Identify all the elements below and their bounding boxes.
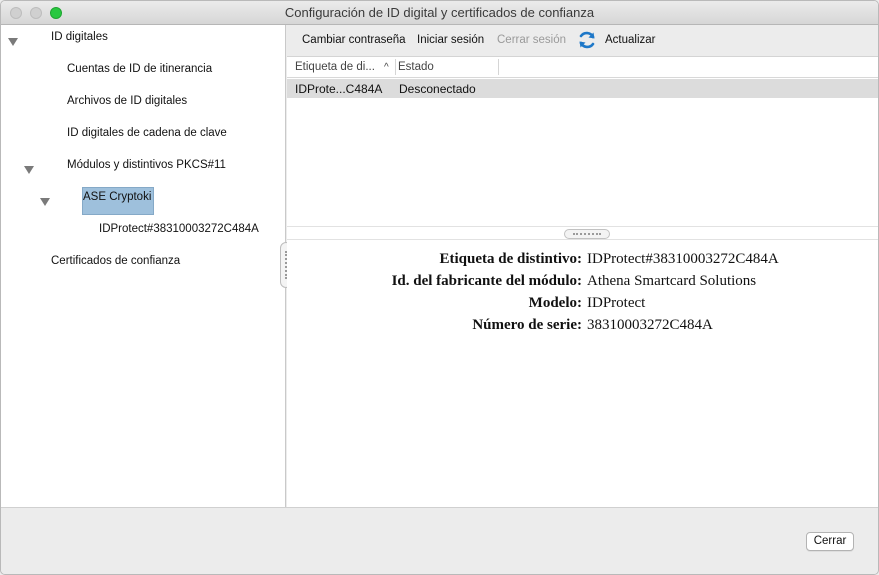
cell-token-label: IDProte...C484A (295, 82, 383, 96)
detail-key: Id. del fabricante del módulo: (391, 273, 582, 289)
column-header-status[interactable]: Estado (398, 61, 434, 73)
main-panel: Cambiar contraseña Iniciar sesión Cerrar… (287, 25, 878, 507)
digital-id-settings-window: Configuración de ID digital y certificad… (0, 0, 879, 575)
column-divider[interactable] (498, 59, 499, 75)
sort-ascending-icon: ^ (384, 62, 389, 73)
table-row[interactable]: IDProte...C484A Desconectado (287, 79, 878, 98)
tree-item-pkcs11-modules[interactable]: Módulos y distintivos PKCS#11 (67, 159, 226, 171)
tree-item-ase-cryptoki[interactable]: ASE Cryptoki (83, 191, 151, 203)
detail-value: IDProtect (587, 295, 646, 311)
toolbar: Cambiar contraseña Iniciar sesión Cerrar… (287, 25, 878, 57)
table-header: Etiqueta de di... ^ Estado (287, 57, 878, 78)
close-button[interactable]: Cerrar (806, 532, 854, 551)
detail-row-model: Modelo: IDProtect (287, 295, 878, 317)
tree-item-idprotect-token[interactable]: IDProtect#38310003272C484A (99, 223, 259, 235)
column-divider[interactable] (395, 59, 396, 75)
detail-value: 38310003272C484A (587, 317, 713, 333)
change-password-button[interactable]: Cambiar contraseña (302, 34, 406, 46)
pane-resize-handle[interactable] (287, 226, 878, 240)
window-title: Configuración de ID digital y certificad… (284, 5, 595, 20)
disclosure-triangle-icon[interactable] (8, 38, 18, 46)
sidebar-tree: ID digitales Cuentas de ID de itineranci… (1, 25, 286, 507)
tree-item-digital-ids[interactable]: ID digitales (51, 31, 108, 43)
column-header-label[interactable]: Etiqueta de di... (295, 61, 375, 73)
detail-row-token-label: Etiqueta de distintivo: IDProtect#383100… (287, 251, 878, 273)
refresh-icon[interactable] (577, 30, 597, 50)
disclosure-triangle-icon[interactable] (24, 166, 34, 174)
detail-key: Número de serie: (472, 317, 582, 333)
detail-key: Etiqueta de distintivo: (439, 251, 582, 267)
cell-status: Desconectado (399, 82, 476, 96)
refresh-button[interactable]: Actualizar (605, 34, 656, 46)
detail-row-serial: Número de serie: 38310003272C484A (287, 317, 878, 339)
tree-item-id-files[interactable]: Archivos de ID digitales (67, 95, 187, 107)
detail-key: Modelo: (528, 295, 582, 311)
tree-item-keychain-ids[interactable]: ID digitales de cadena de clave (67, 127, 227, 139)
tree-item-trusted-certificates[interactable]: Certificados de confianza (51, 255, 180, 267)
disclosure-triangle-icon[interactable] (40, 198, 50, 206)
detail-value: Athena Smartcard Solutions (587, 273, 757, 289)
title-bar[interactable]: Configuración de ID digital y certificad… (1, 1, 878, 25)
logout-button[interactable]: Cerrar sesión (497, 34, 566, 46)
login-button[interactable]: Iniciar sesión (417, 34, 484, 46)
tree-item-roaming-ids[interactable]: Cuentas de ID de itinerancia (67, 63, 212, 75)
detail-value: IDProtect#38310003272C484A (587, 251, 779, 267)
detail-row-manufacturer: Id. del fabricante del módulo: Athena Sm… (287, 273, 878, 295)
footer-bar: Cerrar (1, 507, 878, 574)
